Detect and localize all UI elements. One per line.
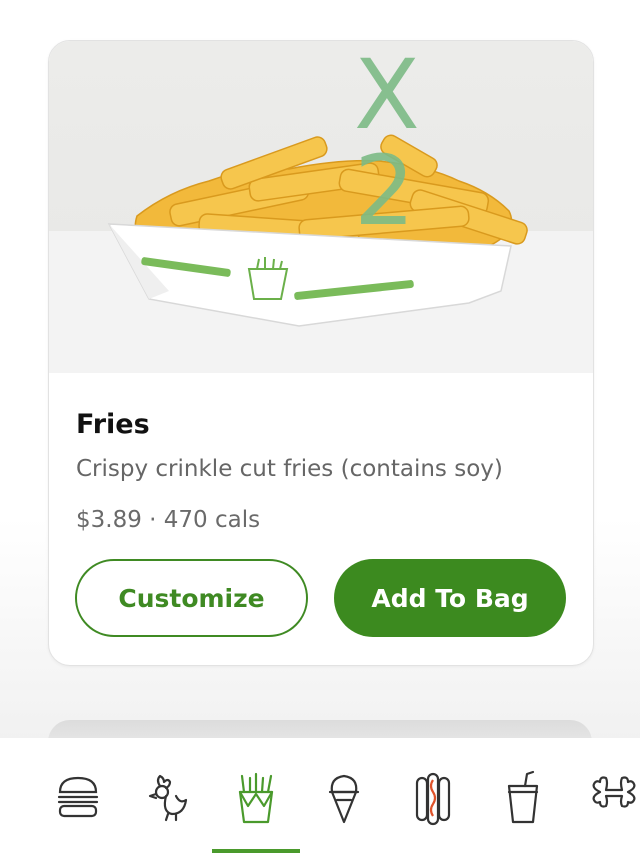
dog-bone-icon [592,776,636,808]
fries-photo: X 2 [49,41,593,373]
tab-chicken[interactable] [141,768,195,828]
add-to-bag-button[interactable]: Add To Bag [334,559,566,637]
ice-cream-icon [328,774,360,824]
fries-icon [238,772,274,824]
drink-icon [507,770,539,824]
tab-drinks[interactable] [496,768,550,828]
tab-dog-treats[interactable] [584,768,640,828]
product-description: Crispy crinkle cut fries (contains soy) [76,456,503,482]
price-calories: $3.89 · 470 cals [76,507,261,533]
product-name: Fries [76,409,150,440]
tab-hot-dogs[interactable] [406,768,460,828]
quantity-overlay: X 2 [354,40,454,247]
active-tab-indicator [212,849,300,853]
burger-icon [57,776,99,818]
chicken-icon [148,774,188,822]
customize-button[interactable]: Customize [75,559,308,637]
hot-dog-icon [415,772,451,826]
category-tab-bar [0,738,640,853]
product-card: X 2 Fries Crispy crinkle cut fries (cont… [48,40,594,666]
tab-shakes[interactable] [317,768,371,828]
tab-burgers[interactable] [51,768,105,828]
tab-fries[interactable] [229,768,283,828]
